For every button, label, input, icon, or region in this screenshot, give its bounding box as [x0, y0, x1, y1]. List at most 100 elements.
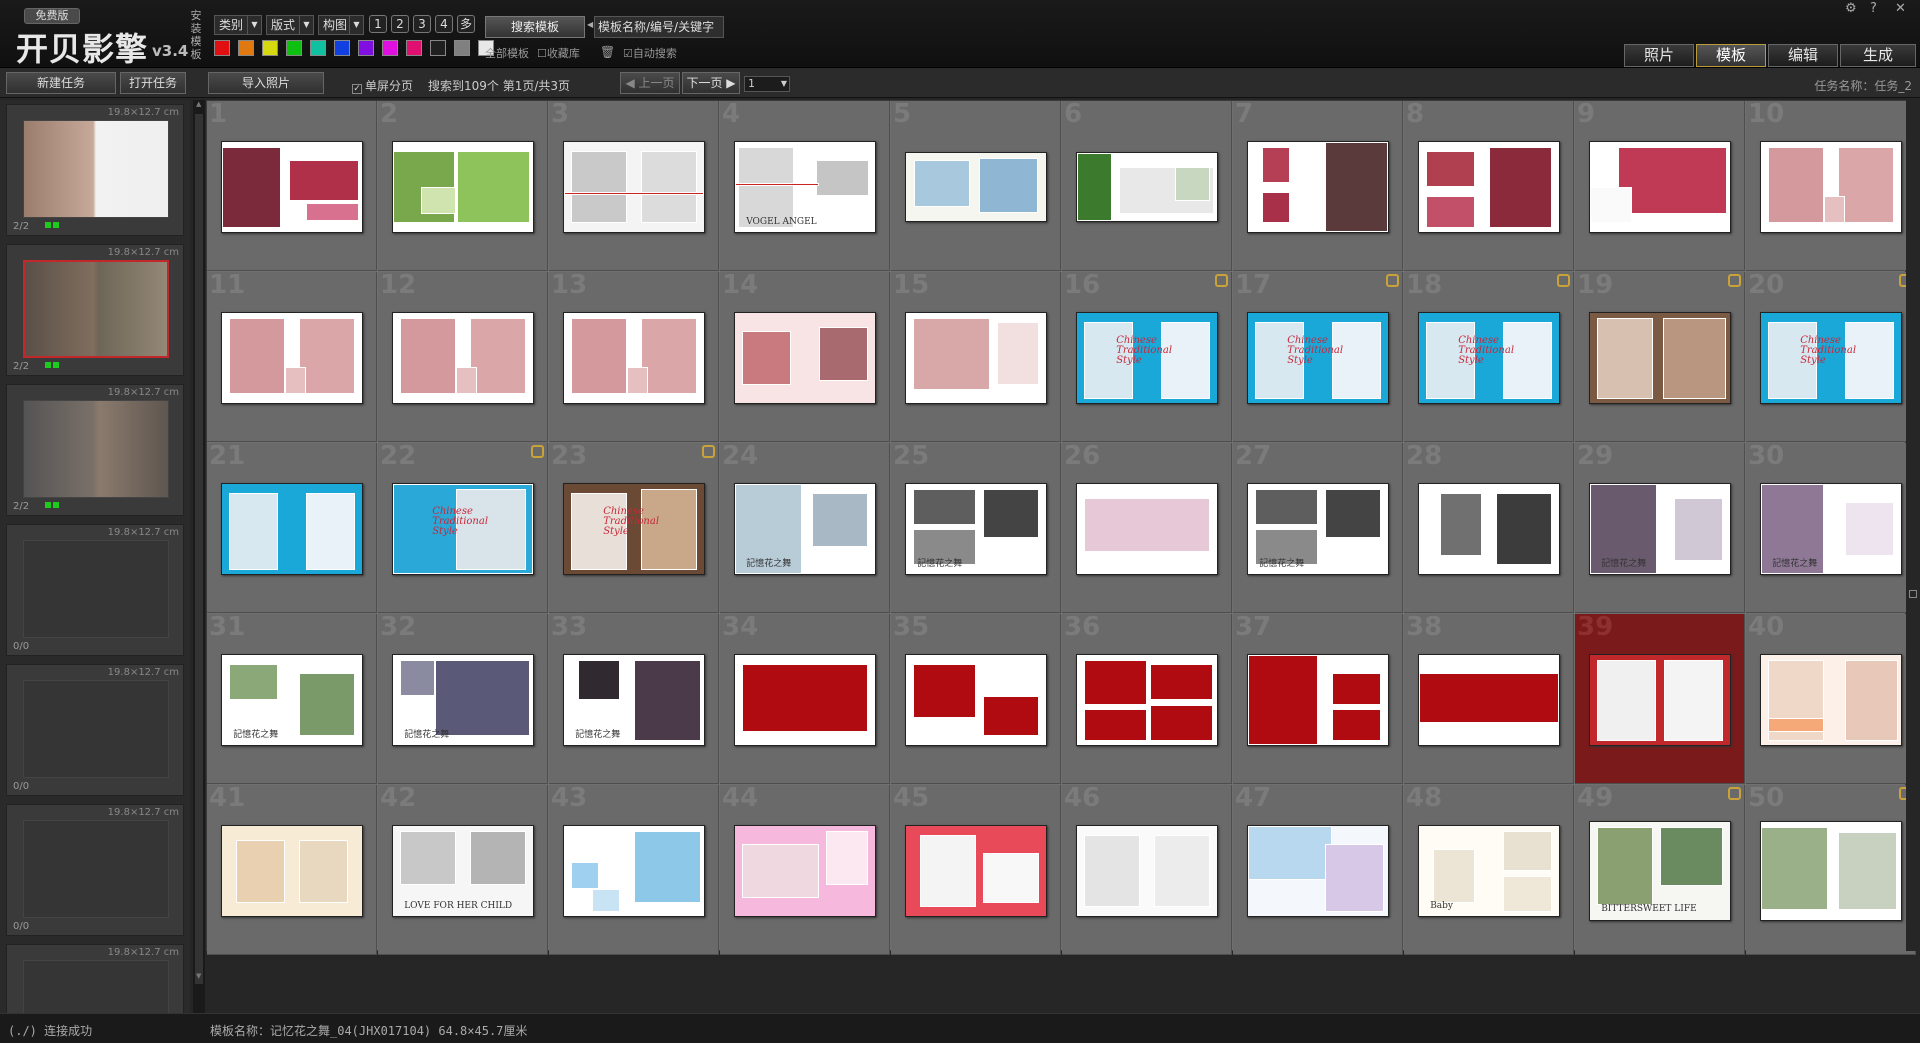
template-thumbnail[interactable] [1076, 152, 1218, 222]
settings-icon[interactable]: ⚙ [1845, 1, 1857, 16]
template-cell[interactable]: 35 [891, 612, 1061, 784]
template-thumbnail[interactable]: 記憶花之舞 [392, 654, 534, 746]
task-item[interactable]: 19.8×12.7 cm 2/2 [6, 384, 184, 516]
template-thumbnail[interactable] [1418, 141, 1560, 233]
template-cell[interactable]: 19 [1575, 270, 1745, 442]
color-swatch[interactable] [406, 40, 422, 56]
template-thumbnail[interactable] [563, 312, 705, 404]
tab-generate[interactable]: 生成 [1840, 44, 1916, 67]
template-cell[interactable]: 23 Chinese Traditional Style [549, 441, 719, 613]
template-thumbnail[interactable] [1760, 821, 1902, 921]
task-item[interactable]: 19.8×12.7 cm [6, 944, 184, 1013]
template-thumbnail[interactable]: Chinese Traditional Style [1760, 312, 1902, 404]
template-thumbnail[interactable] [1247, 141, 1389, 233]
template-thumbnail[interactable]: 記憶花之舞 [1589, 483, 1731, 575]
search-input[interactable]: 模板名称/编号/关键字 [594, 16, 724, 38]
template-thumbnail[interactable] [1076, 483, 1218, 575]
template-thumbnail[interactable]: 記憶花之舞 [905, 483, 1047, 575]
task-thumbnail[interactable] [23, 960, 169, 1013]
task-thumbnail[interactable] [23, 400, 169, 498]
template-cell[interactable]: 27 記憶花之舞 [1233, 441, 1403, 613]
task-item[interactable]: 19.8×12.7 cm 0/0 [6, 524, 184, 656]
prev-page-button[interactable]: ◀ 上一页 [620, 72, 680, 94]
template-thumbnail[interactable]: 記憶花之舞 [1247, 483, 1389, 575]
template-thumbnail[interactable] [1247, 654, 1389, 746]
template-cell[interactable]: 44 [720, 783, 890, 955]
template-thumbnail[interactable] [1076, 825, 1218, 917]
template-cell[interactable]: 42 LOVE FOR HER CHILD [378, 783, 548, 955]
template-cell[interactable]: 50 [1746, 783, 1916, 955]
pages-2-button[interactable]: 2 [391, 15, 409, 33]
page-select[interactable]: 1 ▼ [744, 76, 790, 92]
open-task-button[interactable]: 打开任务 [120, 72, 186, 94]
template-thumbnail[interactable]: Chinese Traditional Style [563, 483, 705, 575]
task-list-scrollbar[interactable]: ▲ ▼ [193, 100, 205, 1013]
tab-edit[interactable]: 编辑 [1768, 44, 1838, 67]
template-thumbnail[interactable]: Baby [1418, 825, 1560, 917]
task-item[interactable]: 19.8×12.7 cm 0/0 [6, 804, 184, 936]
template-cell[interactable]: 37 [1233, 612, 1403, 784]
template-cell[interactable]: 33 記憶花之舞 [549, 612, 719, 784]
template-thumbnail[interactable]: VOGEL ANGEL [734, 141, 876, 233]
all-templates-link[interactable]: 全部模板 [485, 45, 529, 61]
template-cell[interactable]: 21 [207, 441, 377, 613]
task-thumbnail[interactable] [23, 820, 169, 918]
template-cell[interactable]: 12 [378, 270, 548, 442]
template-thumbnail[interactable] [905, 312, 1047, 404]
template-cell[interactable]: 1 [207, 99, 377, 271]
template-cell[interactable]: 25 記憶花之舞 [891, 441, 1061, 613]
template-thumbnail[interactable] [221, 312, 363, 404]
template-thumbnail[interactable] [1589, 312, 1731, 404]
color-swatch[interactable] [454, 40, 470, 56]
template-cell[interactable]: 13 [549, 270, 719, 442]
color-swatch[interactable] [430, 40, 446, 56]
scroll-up-icon[interactable]: ▲ [196, 100, 201, 108]
template-thumbnail[interactable]: LOVE FOR HER CHILD [392, 825, 534, 917]
template-thumbnail[interactable] [1247, 825, 1389, 917]
color-swatch[interactable] [334, 40, 350, 56]
template-cell[interactable]: 30 記憶花之舞 [1746, 441, 1916, 613]
template-thumbnail[interactable]: Chinese Traditional Style [1418, 312, 1560, 404]
pages-3-button[interactable]: 3 [413, 15, 431, 33]
template-cell[interactable]: 18 Chinese Traditional Style [1404, 270, 1574, 442]
template-thumbnail[interactable]: BITTERSWEET LIFE [1589, 821, 1731, 921]
task-thumbnail[interactable] [23, 680, 169, 778]
task-thumbnail[interactable] [23, 120, 169, 218]
task-thumbnail[interactable] [23, 540, 169, 638]
template-cell[interactable]: 2 [378, 99, 548, 271]
tab-templates[interactable]: 模板 [1696, 44, 1766, 67]
template-thumbnail[interactable] [1760, 141, 1902, 233]
template-cell[interactable]: 15 [891, 270, 1061, 442]
template-cell[interactable]: 20 Chinese Traditional Style [1746, 270, 1916, 442]
template-thumbnail[interactable] [1589, 654, 1731, 746]
single-page-checkbox[interactable]: ✓ 单屏分页 [352, 77, 413, 94]
template-thumbnail[interactable] [221, 483, 363, 575]
template-grid-scrollbar[interactable] [1906, 100, 1920, 951]
scroll-down-icon[interactable]: ▼ [196, 972, 201, 980]
color-swatch[interactable] [238, 40, 254, 56]
template-cell[interactable]: 16 Chinese Traditional Style [1062, 270, 1232, 442]
template-thumbnail[interactable] [392, 141, 534, 233]
import-photos-button[interactable]: 导入照片 [208, 72, 324, 94]
template-cell[interactable]: 10 [1746, 99, 1916, 271]
template-cell[interactable]: 22 Chinese Traditional Style [378, 441, 548, 613]
template-thumbnail[interactable]: 記憶花之舞 [221, 654, 363, 746]
template-cell[interactable]: 43 [549, 783, 719, 955]
template-cell[interactable]: 4 VOGEL ANGEL [720, 99, 890, 271]
trash-icon[interactable]: 🗑 [600, 45, 615, 59]
template-thumbnail[interactable] [221, 141, 363, 233]
template-cell[interactable]: 8 [1404, 99, 1574, 271]
color-swatch[interactable] [358, 40, 374, 56]
next-page-button[interactable]: 下一页 ▶ [682, 72, 740, 94]
template-cell[interactable]: 46 [1062, 783, 1232, 955]
new-task-button[interactable]: 新建任务 [6, 72, 116, 94]
color-swatch[interactable] [214, 40, 230, 56]
template-cell[interactable]: 48 Baby [1404, 783, 1574, 955]
template-thumbnail[interactable] [905, 152, 1047, 222]
install-template-label[interactable]: 安装模板 [189, 9, 203, 61]
template-cell[interactable]: 36 [1062, 612, 1232, 784]
template-cell[interactable]: 32 記憶花之舞 [378, 612, 548, 784]
template-cell[interactable]: 45 [891, 783, 1061, 955]
color-swatch[interactable] [262, 40, 278, 56]
template-thumbnail[interactable] [1076, 654, 1218, 746]
